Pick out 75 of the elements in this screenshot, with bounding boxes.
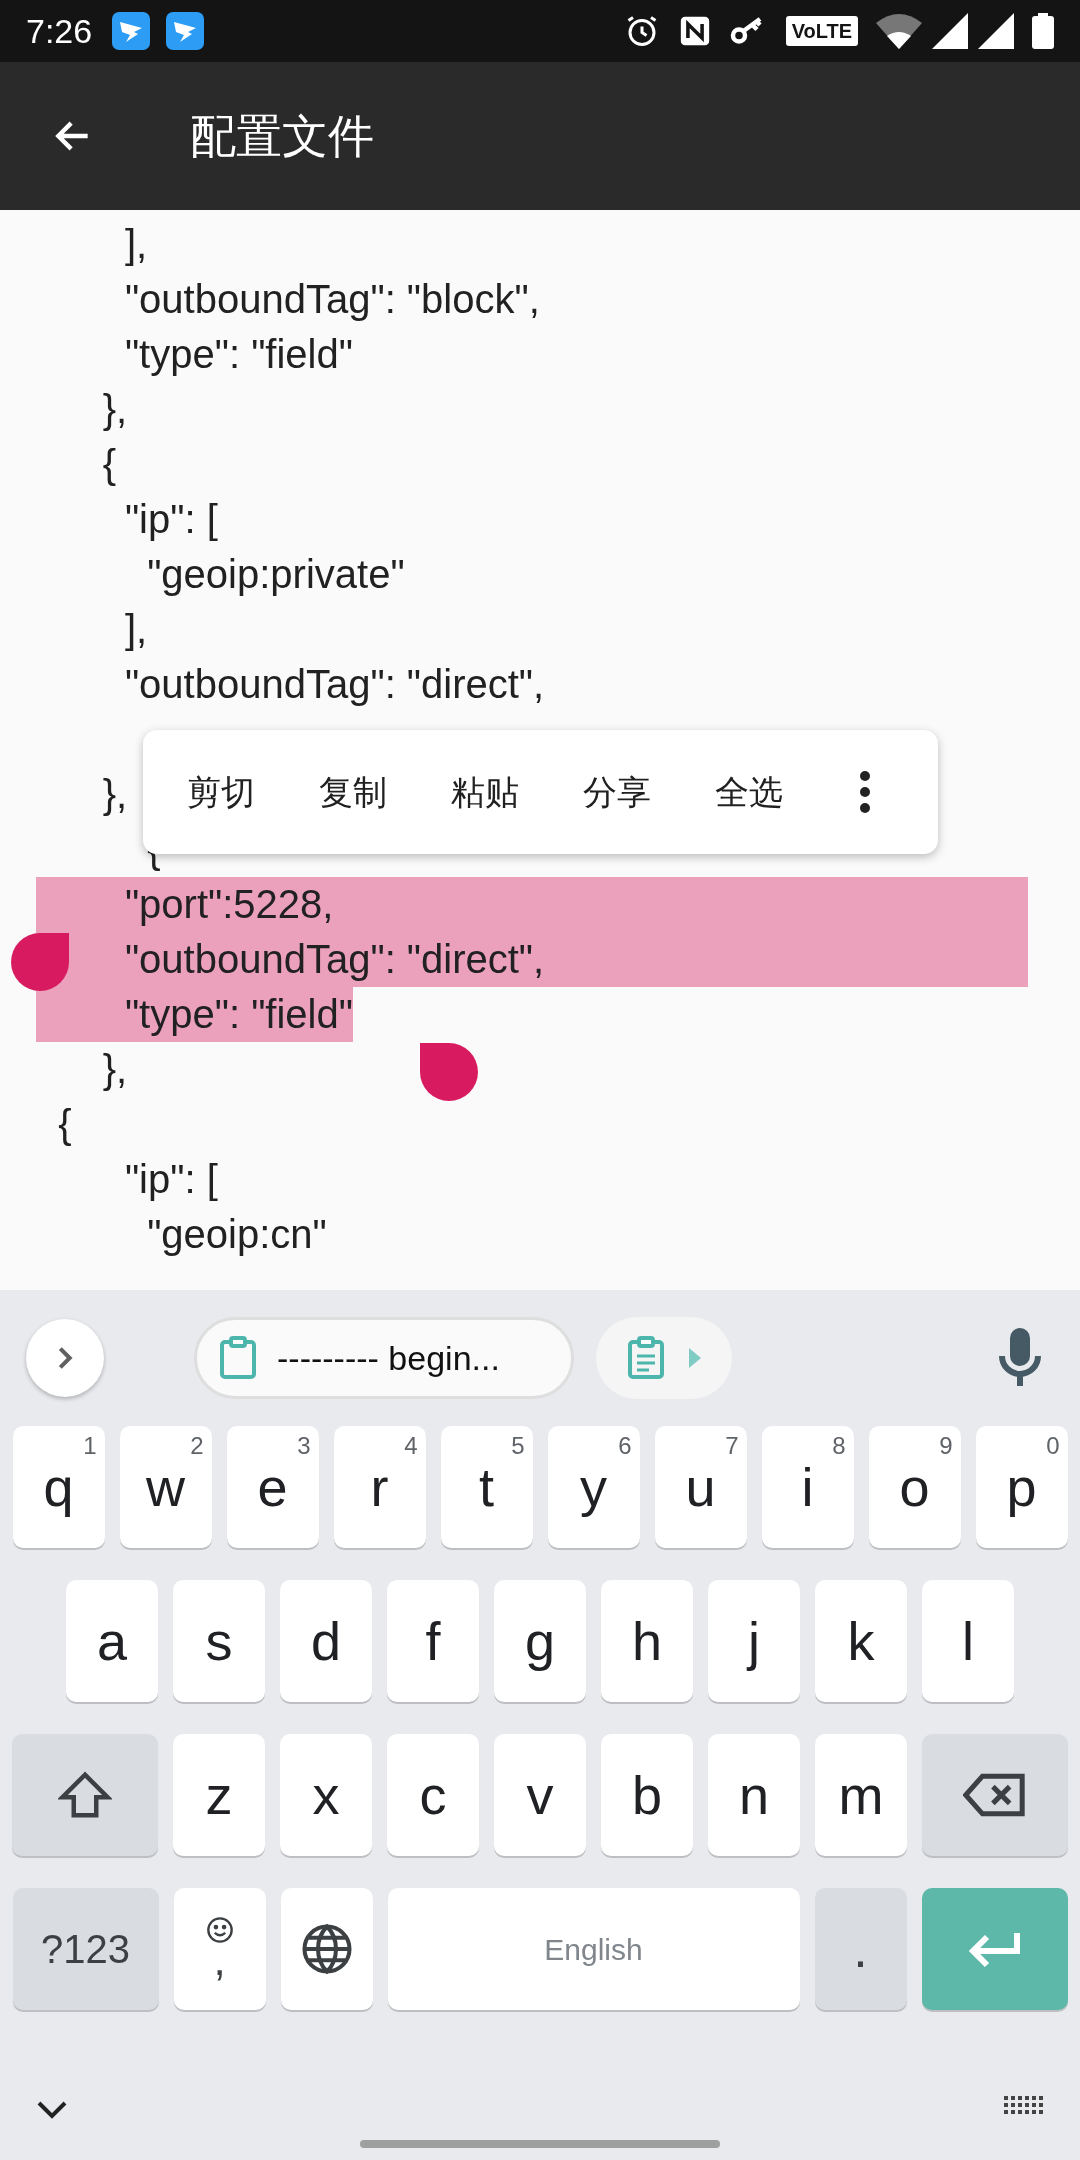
keyboard-key[interactable]: q 1 (12, 1426, 105, 1548)
emoji-key[interactable]: , (173, 1888, 266, 2010)
code-line: { (57, 1101, 72, 1148)
selection-handle[interactable] (420, 1043, 478, 1101)
keyboard-key[interactable]: h (601, 1580, 693, 1702)
signal-icon (978, 13, 1014, 49)
keyboard-key[interactable]: e 3 (226, 1426, 319, 1548)
code-line: "ip": [ (123, 496, 218, 543)
code-line: "geoip:cn" (146, 1211, 327, 1258)
space-key[interactable]: English (387, 1888, 800, 2010)
keyboard-key[interactable]: a (66, 1580, 158, 1702)
menu-item[interactable]: 剪切 (155, 730, 287, 854)
keyboard-key[interactable]: f (387, 1580, 479, 1702)
wifi-icon (876, 13, 922, 49)
code-line: "ip": [ (123, 1156, 218, 1203)
code-line: ], (123, 606, 148, 653)
keyboard-key[interactable]: k (815, 1580, 907, 1702)
code-line: "outboundTag": "block", (123, 276, 540, 323)
code-line: "geoip:private" (146, 551, 405, 598)
backspace-key[interactable] (922, 1734, 1068, 1856)
keyboard-key[interactable]: m (815, 1734, 907, 1856)
keyboard-key[interactable]: o 9 (868, 1426, 961, 1548)
symbols-key[interactable]: ?123 (12, 1888, 159, 2010)
code-line: }, (101, 386, 128, 433)
menu-item[interactable]: 分享 (551, 730, 683, 854)
keyboard-key[interactable]: x (280, 1734, 372, 1856)
code-line: }, (101, 771, 128, 818)
keyboard-key[interactable]: d (280, 1580, 372, 1702)
keyboard-key[interactable]: p 0 (975, 1426, 1068, 1548)
screen-title: 配置文件 (190, 108, 374, 164)
shift-icon (58, 1770, 112, 1820)
code-line: }, (101, 1046, 128, 1093)
menu-item[interactable]: 粘贴 (419, 730, 551, 854)
keyboard-key[interactable]: l (922, 1580, 1014, 1702)
menu-item[interactable]: 复制 (287, 730, 419, 854)
app-notification-icon (166, 12, 205, 50)
keyboard-key[interactable]: c (387, 1734, 479, 1856)
signal-icon (932, 13, 968, 49)
keyboard-key[interactable]: . (814, 1888, 907, 2010)
keyboard-key[interactable]: r 4 (333, 1426, 426, 1548)
keyboard-key[interactable]: j (708, 1580, 800, 1702)
globe-key[interactable] (280, 1888, 373, 2010)
code-line: "outboundTag": "direct", (123, 661, 545, 708)
code-line: { (101, 441, 117, 488)
volte-badge: VoLTE (785, 16, 858, 46)
keyboard-key[interactable]: y 6 (547, 1426, 640, 1548)
keyboard-key[interactable]: v (494, 1734, 586, 1856)
caret-icon (689, 1348, 701, 1368)
app-notification-icon (112, 12, 151, 50)
hide-keyboard-icon[interactable] (36, 2100, 68, 2120)
keyboard-key[interactable]: b (601, 1734, 693, 1856)
smiley-icon (205, 1916, 234, 1944)
clock: 7:26 (26, 10, 93, 52)
keyboard-key[interactable]: i 8 (761, 1426, 854, 1548)
microphone-icon (998, 1328, 1042, 1388)
keyboard-key[interactable]: s (173, 1580, 265, 1702)
clipboard-chip[interactable]: --------- begin... (194, 1317, 574, 1399)
navigation-handle[interactable] (360, 2140, 720, 2148)
keyboard-key[interactable]: z (173, 1734, 265, 1856)
keyboard-key[interactable]: u 7 (654, 1426, 747, 1548)
keyboard-key[interactable]: w 2 (119, 1426, 212, 1548)
keyboard-key[interactable]: g (494, 1580, 586, 1702)
code-line: ], (123, 221, 148, 268)
more-icon (859, 770, 871, 814)
selection-handle[interactable] (11, 933, 69, 991)
clipboard-icon (627, 1336, 665, 1380)
comma-label: , (213, 1938, 226, 1982)
code-line: "type": "field" (123, 331, 353, 378)
clipboard-icon (219, 1336, 257, 1380)
menu-item[interactable]: 全选 (683, 730, 815, 854)
keyboard-key[interactable]: t 5 (440, 1426, 533, 1548)
shift-key[interactable] (12, 1734, 158, 1856)
keyboard-key[interactable]: n (708, 1734, 800, 1856)
backspace-icon (963, 1772, 1027, 1818)
battery-icon (1032, 13, 1054, 49)
